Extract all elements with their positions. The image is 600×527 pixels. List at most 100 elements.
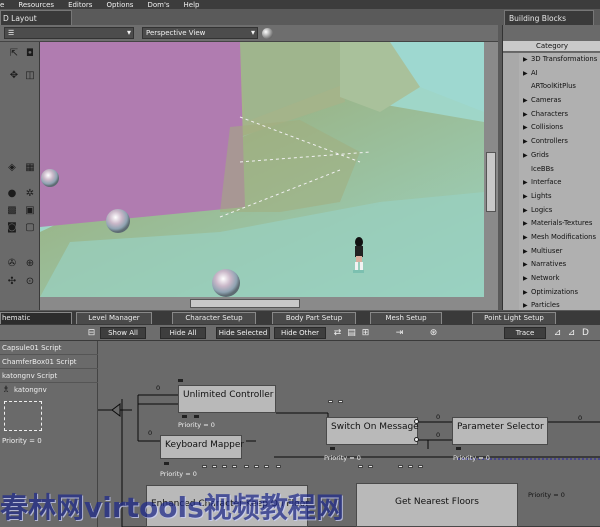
toggle-icon[interactable]: ⇄ [332, 327, 343, 339]
tab-body-part-setup[interactable]: Body Part Setup [272, 312, 356, 324]
category-item[interactable]: ▶ Interface [503, 176, 600, 190]
eye-icon[interactable]: ◈ [6, 162, 18, 174]
script-start-box[interactable] [4, 401, 42, 431]
menu-item-editors[interactable]: Editors [68, 1, 92, 9]
scroll-thumb[interactable] [486, 152, 496, 212]
view-dropdown[interactable]: Perspective View ▾ [142, 27, 258, 39]
menu-item-doms[interactable]: Dom's [147, 1, 169, 9]
category-item[interactable]: IceBBs [503, 163, 600, 177]
expand-arrow-icon[interactable]: ▶ [523, 190, 528, 204]
category-item[interactable]: ▶ Controllers [503, 135, 600, 149]
category-item-label: AI [531, 68, 538, 77]
tab-level-manager[interactable]: Level Manager [76, 312, 152, 324]
light-icon[interactable]: ● [6, 188, 18, 200]
expand-arrow-icon[interactable]: ▶ [523, 286, 528, 300]
camera-dropdown[interactable]: ☰ ▾ [4, 27, 134, 39]
menu-item-help[interactable]: Help [184, 1, 200, 9]
collapse-icon[interactable]: ⊟ [86, 327, 97, 339]
perspective-viewport[interactable] [40, 42, 484, 297]
hide-all-button[interactable]: Hide All [160, 327, 206, 339]
select-icon[interactable]: ⇱ [8, 48, 20, 60]
expand-arrow-icon[interactable]: ▶ [523, 231, 528, 245]
distribute-icon[interactable]: D [580, 327, 591, 339]
expand-arrow-icon[interactable]: ▶ [523, 67, 528, 81]
hide-selected-button[interactable]: Hide Selected [216, 327, 270, 339]
block-unlimited-controller[interactable]: Unlimited Controller [178, 385, 276, 413]
frame-icon[interactable]: ◫ [24, 70, 36, 82]
place-icon[interactable]: ▢ [24, 222, 36, 234]
expand-arrow-icon[interactable]: ▶ [523, 176, 528, 190]
link-value: 0 [148, 429, 153, 437]
entity-icon[interactable]: ◙ [6, 222, 18, 234]
category-item[interactable]: ▶ Collisions [503, 121, 600, 135]
zoom-icon[interactable]: ⊕ [24, 258, 36, 270]
tab-character-setup[interactable]: Character Setup [172, 312, 256, 324]
category-item[interactable]: ▶ Cameras [503, 94, 600, 108]
expand-arrow-icon[interactable]: ▶ [523, 299, 528, 310]
tab-mesh-setup[interactable]: Mesh Setup [370, 312, 442, 324]
align-left-icon[interactable]: ⊿ [552, 327, 563, 339]
category-item[interactable]: ▶ 3D Transformations [503, 53, 600, 67]
expand-arrow-icon[interactable]: ▶ [523, 272, 528, 286]
camera-icon[interactable]: ◘ [24, 48, 36, 60]
category-item[interactable]: ▶ Materials-Textures [503, 217, 600, 231]
layout-icon[interactable]: ▤ [346, 327, 357, 339]
viewport-horizontal-scrollbar[interactable] [40, 297, 498, 310]
orbit-icon[interactable]: ⊙ [24, 276, 36, 288]
category-item[interactable]: ▶ Particles [503, 299, 600, 310]
category-item[interactable]: ▶ Mesh Modifications [503, 231, 600, 245]
grid-icon[interactable]: ▦ [24, 162, 36, 174]
category-item[interactable]: ▶ Lights [503, 190, 600, 204]
expand-arrow-icon[interactable]: ▶ [523, 204, 528, 218]
expand-arrow-icon[interactable]: ▶ [523, 53, 528, 67]
tab-3d-layout[interactable]: D Layout [0, 10, 72, 25]
expand-arrow-icon[interactable]: ▶ [523, 245, 528, 259]
link-value: 0 [156, 384, 161, 392]
tab-point-light-setup[interactable]: Point Light Setup [472, 312, 556, 324]
expand-arrow-icon[interactable]: ▶ [523, 258, 528, 272]
category-item[interactable]: ▶ Narratives [503, 258, 600, 272]
category-item[interactable]: ▶ Optimizations [503, 286, 600, 300]
tab-schematic[interactable]: hematic [0, 312, 72, 324]
hide-other-button[interactable]: Hide Other [274, 327, 326, 339]
block-switch-on-message[interactable]: Switch On Message [326, 417, 419, 445]
expand-arrow-icon[interactable]: ▶ [523, 121, 528, 135]
show-all-button[interactable]: Show All [100, 327, 146, 339]
scroll-thumb[interactable] [190, 299, 300, 308]
menu-item-file[interactable]: e [0, 1, 4, 9]
render-options-icon[interactable] [262, 28, 273, 39]
align-center-icon[interactable]: ⊿ [566, 327, 577, 339]
menu-item-options[interactable]: Options [106, 1, 133, 9]
script-capsule[interactable]: Capsule01 Script [0, 341, 98, 355]
rotate-icon[interactable]: ✇ [6, 258, 18, 270]
pan-icon[interactable]: ✣ [6, 276, 18, 288]
menu-item-resources[interactable]: Resources [18, 1, 54, 9]
script-katongnv[interactable]: katongnv Script [0, 369, 98, 383]
expand-arrow-icon[interactable]: ▶ [523, 135, 528, 149]
block-keyboard-mapper[interactable]: Keyboard Mapper [160, 435, 244, 459]
gear-icon[interactable]: ✲ [24, 188, 36, 200]
expand-arrow-icon[interactable]: ▶ [523, 108, 528, 122]
zoom-icon[interactable]: ⊛ [428, 327, 439, 339]
category-header[interactable]: Category [503, 41, 600, 52]
category-item[interactable]: ▶ Grids [503, 149, 600, 163]
options-icon[interactable]: ⊞ [360, 327, 371, 339]
category-item[interactable]: ▶ Characters [503, 108, 600, 122]
category-item[interactable]: ▶ Multiuser [503, 245, 600, 259]
category-item[interactable]: ▶ Network [503, 272, 600, 286]
viewport-vertical-scrollbar[interactable] [484, 42, 498, 297]
tab-building-blocks[interactable]: Building Blocks [504, 10, 594, 25]
trace-button[interactable]: Trace [504, 327, 546, 339]
category-item[interactable]: ▶ Logics [503, 204, 600, 218]
arrange-icon[interactable]: ⇥ [394, 327, 405, 339]
block-parameter-selector[interactable]: Parameter Selector [452, 417, 548, 445]
expand-arrow-icon[interactable]: ▶ [523, 217, 528, 231]
category-item[interactable]: ARToolKitPlus [503, 80, 600, 94]
expand-arrow-icon[interactable]: ▶ [523, 149, 528, 163]
script-chamferbox[interactable]: ChamferBox01 Script [0, 355, 98, 369]
expand-arrow-icon[interactable]: ▶ [523, 94, 528, 108]
mesh-icon[interactable]: ▩ [6, 205, 18, 217]
category-item[interactable]: ▶ AI [503, 67, 600, 81]
move-icon[interactable]: ✥ [8, 70, 20, 82]
object-icon[interactable]: ▣ [24, 205, 36, 217]
